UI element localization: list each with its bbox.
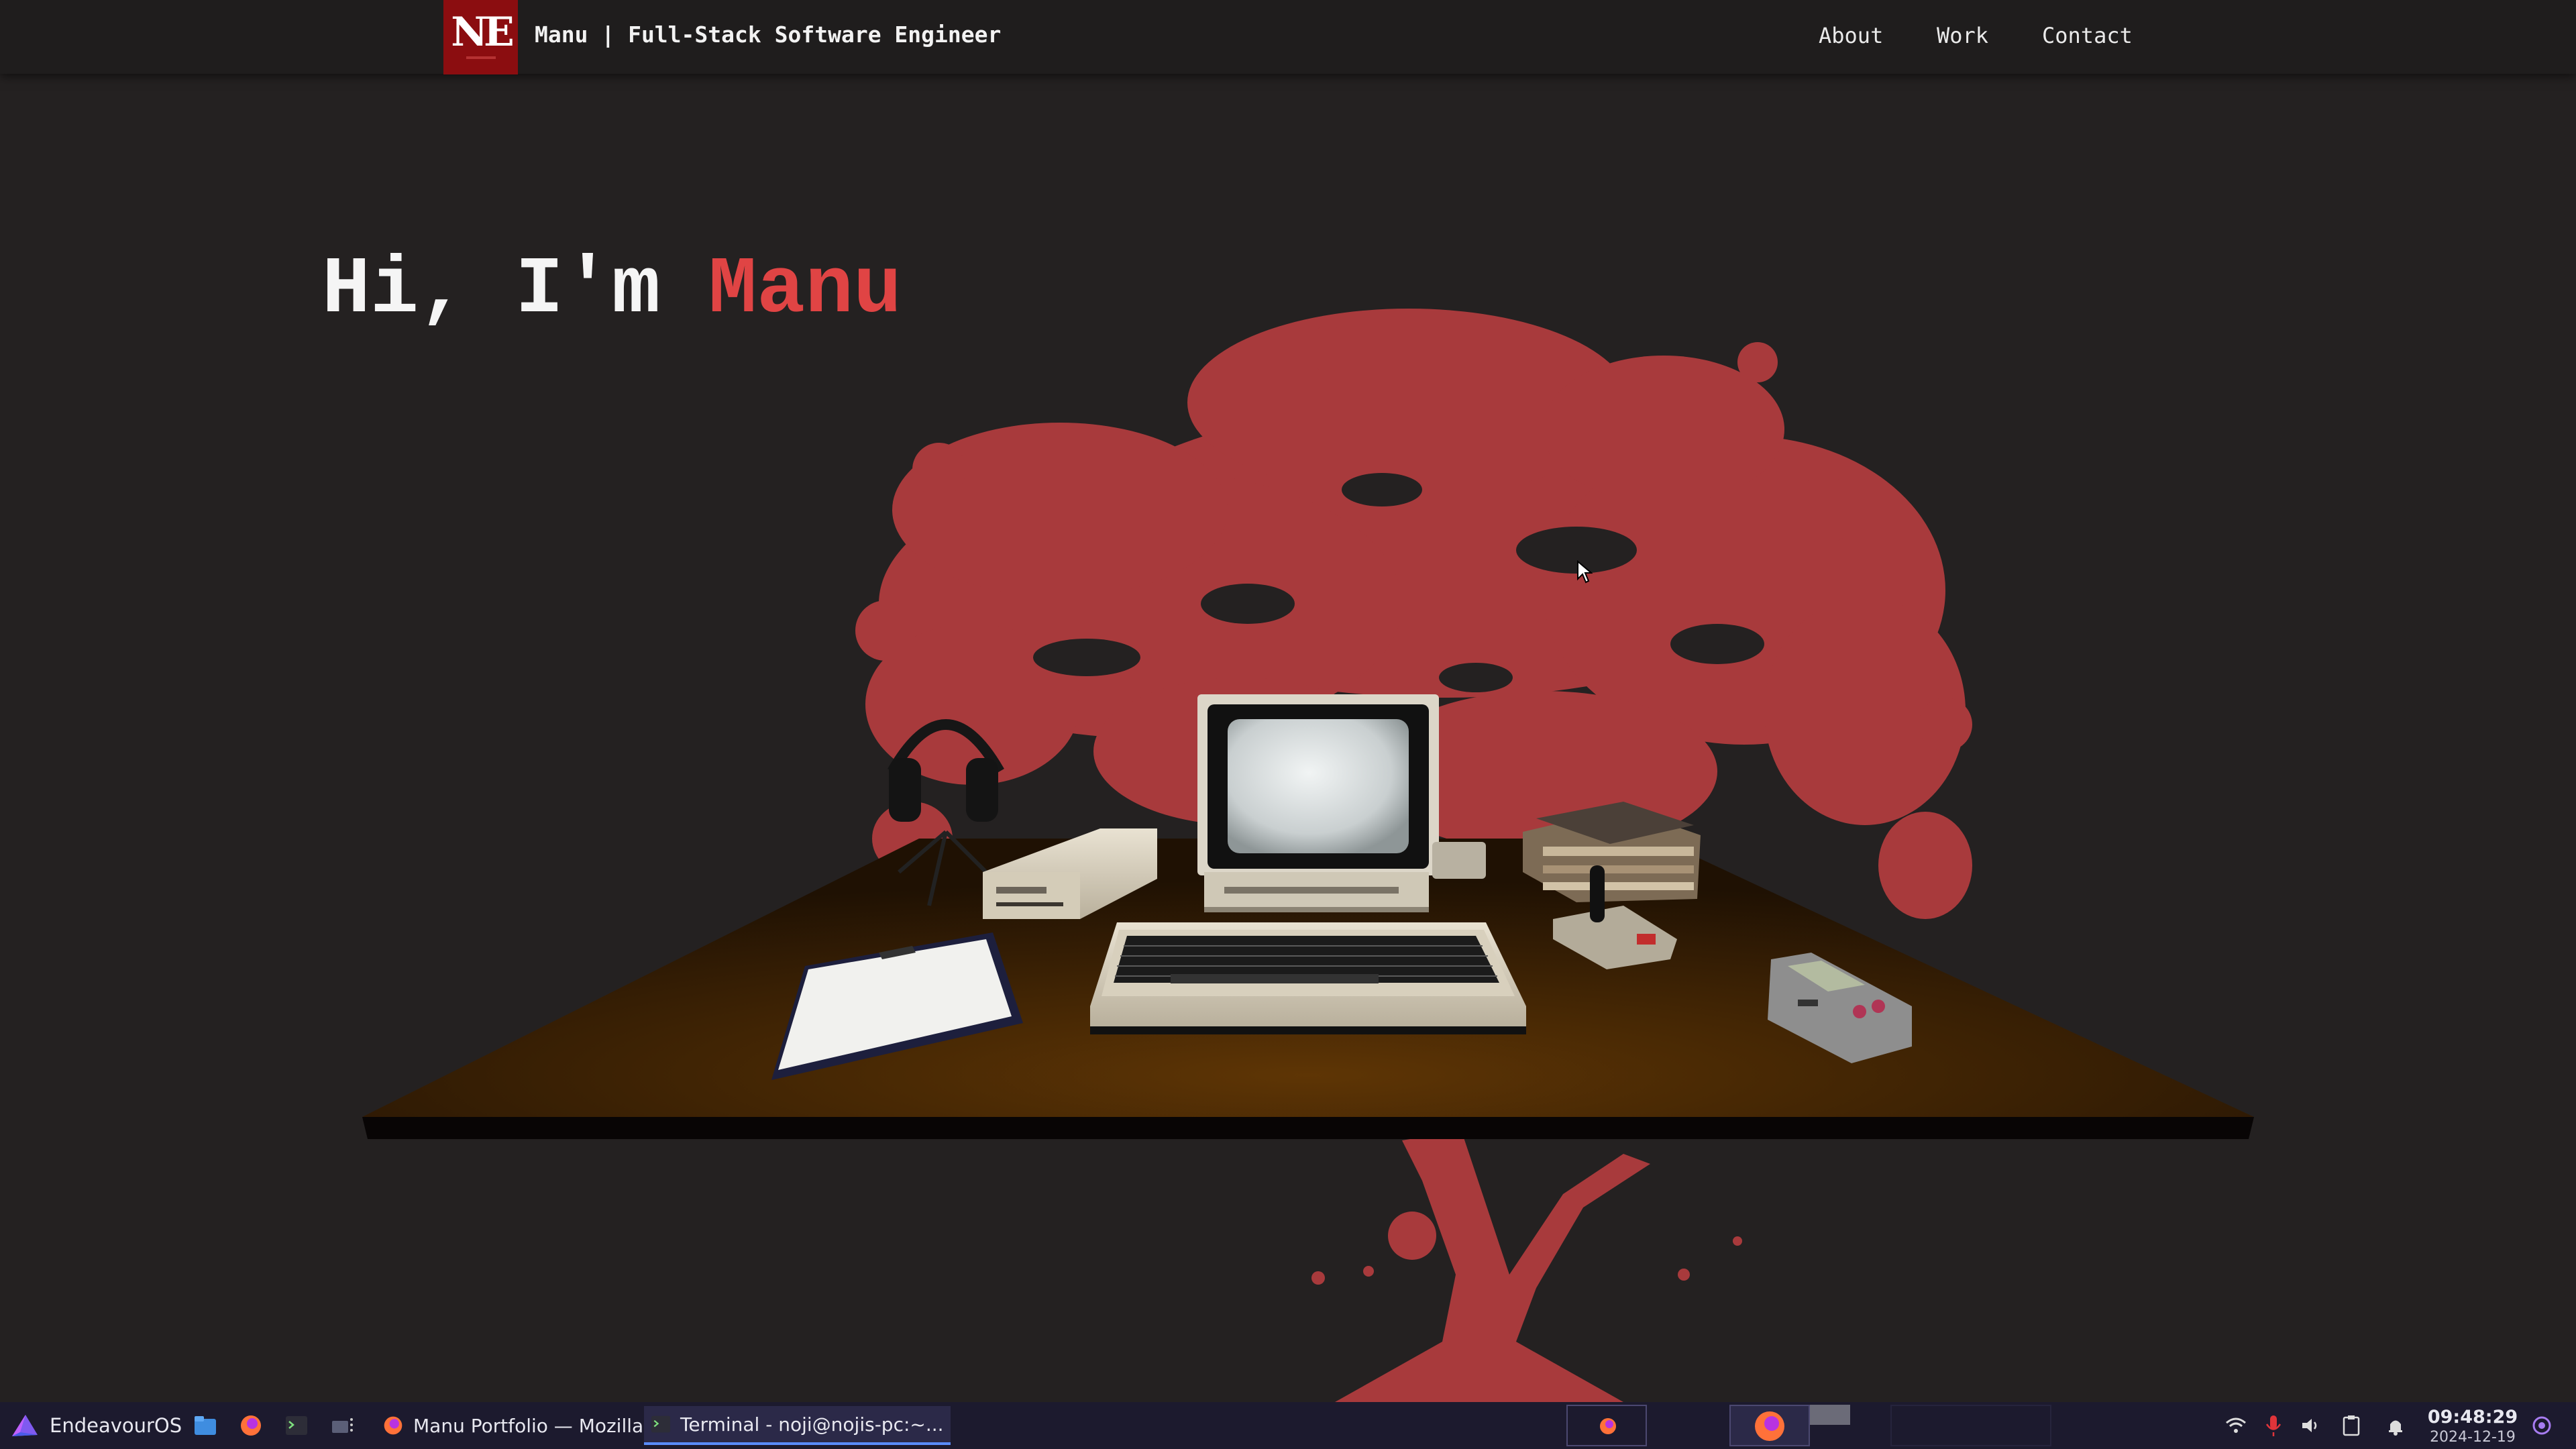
task-label: Terminal - noji@nojis-pc:~... [680, 1413, 944, 1436]
hero-name: Manu [708, 245, 902, 336]
task-terminal[interactable]: Terminal - noji@nojis-pc:~... [644, 1406, 951, 1445]
logo-underline [466, 56, 496, 59]
overflow-icon[interactable] [329, 1412, 356, 1439]
nav-link-about[interactable]: About [1819, 23, 1883, 48]
file-manager-icon[interactable] [192, 1412, 219, 1439]
firefox-icon [384, 1416, 402, 1435]
pager-desktop-3[interactable] [1890, 1405, 2051, 1446]
crt-monitor [1197, 694, 1439, 912]
hero-heading: Hi, I'm Manu [322, 245, 902, 336]
volume-icon[interactable] [2300, 1414, 2322, 1437]
taskbar: EndeavourOS Manu Portfolio — Mozilla ...… [0, 1402, 2576, 1449]
clock-date: 2024-12-19 [2430, 1429, 2516, 1446]
endeavouros-logo-icon [12, 1415, 38, 1436]
start-label: EndeavourOS [50, 1414, 182, 1437]
top-navigation-bar: NE Manu | Full-Stack Software Engineer A… [0, 0, 2576, 74]
task-firefox-portfolio[interactable]: Manu Portfolio — Mozilla ... [376, 1406, 674, 1445]
clock[interactable]: 09:48:29 2024-12-19 [2419, 1406, 2526, 1446]
desk-scene [362, 309, 2254, 1402]
terminal-icon [651, 1415, 671, 1433]
keyboard [1090, 922, 1526, 1034]
notification-icon[interactable] [2384, 1414, 2407, 1437]
wifi-icon[interactable] [2224, 1414, 2247, 1437]
small-peripheral-box [1432, 842, 1486, 879]
nav-link-contact[interactable]: Contact [2042, 23, 2133, 48]
hero-greeting: Hi, I'm [322, 245, 709, 336]
pager-desktop-1[interactable] [1566, 1405, 1647, 1446]
firefox-icon[interactable] [237, 1412, 264, 1439]
site-title[interactable]: Manu | Full-Stack Software Engineer [535, 21, 1001, 48]
logo-text: NE [451, 8, 515, 56]
pager-desktop-2[interactable] [1729, 1405, 1810, 1446]
show-desktop-icon[interactable] [2530, 1414, 2553, 1437]
terminal-icon[interactable] [283, 1412, 310, 1439]
clock-time: 09:48:29 [2427, 1407, 2518, 1428]
mouse-cursor [1577, 560, 1593, 584]
microphone-icon[interactable] [2262, 1414, 2285, 1437]
nav-link-work[interactable]: Work [1937, 23, 1988, 48]
site-logo[interactable]: NE [443, 0, 518, 74]
pager-window-preview [1810, 1405, 1850, 1425]
start-menu-button[interactable]: EndeavourOS [9, 1410, 182, 1441]
clipboard-icon[interactable] [2340, 1414, 2363, 1437]
task-label: Manu Portfolio — Mozilla ... [413, 1414, 667, 1437]
